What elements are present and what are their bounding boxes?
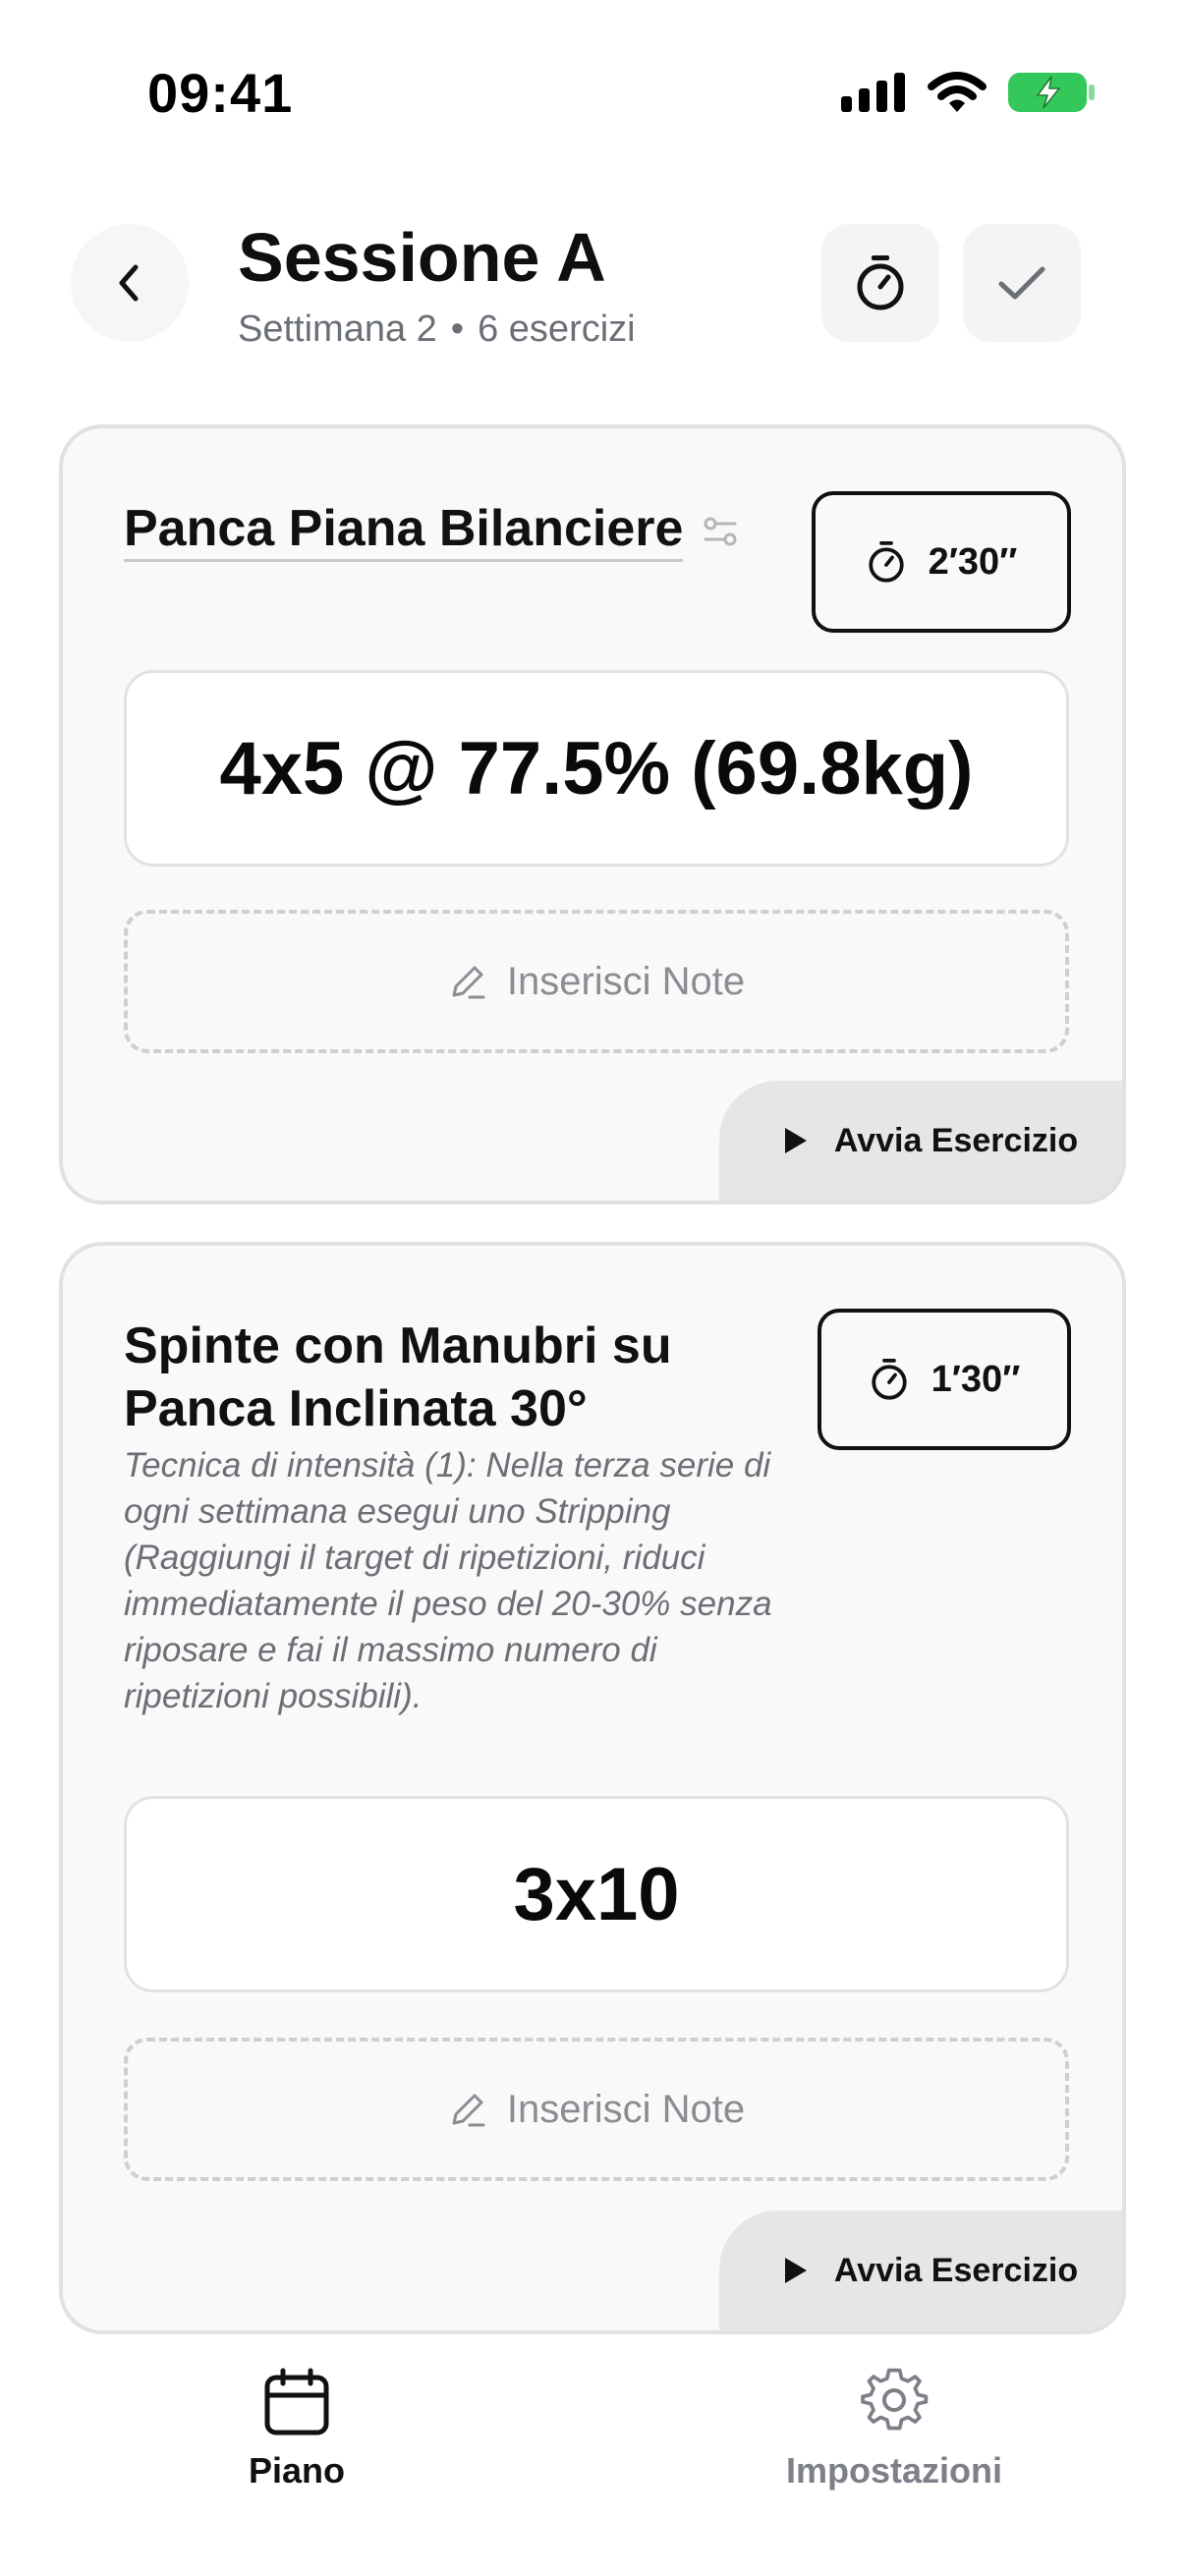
- rest-time: 2′30″: [928, 540, 1018, 583]
- back-chevron-icon: [119, 264, 139, 302]
- notes-input[interactable]: Inserisci Note: [124, 2038, 1069, 2181]
- rest-timer-button[interactable]: 2′30″: [812, 491, 1071, 633]
- exercise-name-line1: Spinte con Manubri su: [124, 1317, 672, 1374]
- tab-plan[interactable]: Piano: [149, 2368, 444, 2492]
- start-exercise-button[interactable]: Avvia Esercizio: [719, 2211, 1122, 2330]
- checkmark-icon: [998, 266, 1045, 300]
- pencil-icon: [452, 966, 485, 999]
- workout-session-screen: 09:41 Sessione A Settimana 2 • 6 eserciz…: [0, 0, 1185, 2576]
- tab-plan-label: Piano: [248, 2450, 345, 2491]
- tab-settings-label: Impostazioni: [785, 2450, 1002, 2491]
- exercise-name[interactable]: Spinte con Manubri su Panca Inclinata 30…: [124, 1315, 672, 1440]
- gear-icon: [861, 2368, 929, 2431]
- exercise-name-text: Panca Piana Bilanciere: [124, 500, 684, 562]
- play-icon: [784, 1128, 807, 1153]
- notes-placeholder: Inserisci Note: [506, 2087, 746, 2131]
- notes-placeholder: Inserisci Note: [506, 959, 746, 1003]
- start-exercise-label: Avvia Esercizio: [833, 2251, 1079, 2289]
- exercise-name[interactable]: Panca Piana Bilanciere: [124, 497, 738, 562]
- calendar-icon: [264, 2368, 329, 2436]
- battery-icon: [1008, 73, 1095, 112]
- tab-bar: Piano Impostazioni: [0, 2358, 1185, 2576]
- play-icon: [784, 2258, 807, 2283]
- set-scheme: 3x10: [124, 1796, 1069, 1992]
- exercise-count: 6 esercizi: [478, 308, 636, 350]
- exercise-card: Panca Piana Bilanciere 2′30″ 4x5 @ 77.5%…: [59, 424, 1126, 1204]
- status-time: 09:41: [147, 62, 294, 124]
- rest-time: 1′30″: [931, 1358, 1021, 1400]
- header: Sessione A Settimana 2 • 6 esercizi: [0, 218, 1185, 356]
- start-exercise-label: Avvia Esercizio: [833, 1121, 1079, 1159]
- week-label: Settimana 2: [238, 308, 437, 350]
- start-exercise-button[interactable]: Avvia Esercizio: [719, 1081, 1122, 1201]
- pencil-icon: [452, 2094, 485, 2127]
- exercise-description: Tecnica di intensità (1): Nella terza se…: [124, 1446, 772, 1715]
- status-bar: 09:41: [0, 0, 1185, 187]
- set-scheme: 4x5 @ 77.5% (69.8kg): [124, 670, 1069, 867]
- complete-session-button[interactable]: [963, 224, 1081, 342]
- status-icons: [841, 71, 1097, 114]
- notes-input[interactable]: Inserisci Note: [124, 910, 1069, 1053]
- wifi-icon: [928, 72, 987, 112]
- tab-settings[interactable]: Impostazioni: [747, 2368, 1042, 2492]
- exercise-card: Spinte con Manubri su Panca Inclinata 30…: [59, 1242, 1126, 2334]
- stopwatch-icon: [872, 1359, 907, 1400]
- stopwatch-icon: [869, 541, 904, 583]
- exercise-name-line2: Panca Inclinata 30°: [124, 1380, 588, 1437]
- subtitle-separator: •: [450, 308, 465, 350]
- stopwatch-icon: [857, 255, 904, 310]
- adjust-icon[interactable]: [703, 514, 738, 549]
- signal-icon: [841, 73, 905, 112]
- back-button[interactable]: [71, 224, 189, 342]
- rest-timer-button[interactable]: 1′30″: [818, 1309, 1071, 1450]
- page-title: Sessione A: [238, 219, 606, 296]
- page-subtitle: Settimana 2 • 6 esercizi: [238, 308, 636, 351]
- session-timer-button[interactable]: [821, 224, 939, 342]
